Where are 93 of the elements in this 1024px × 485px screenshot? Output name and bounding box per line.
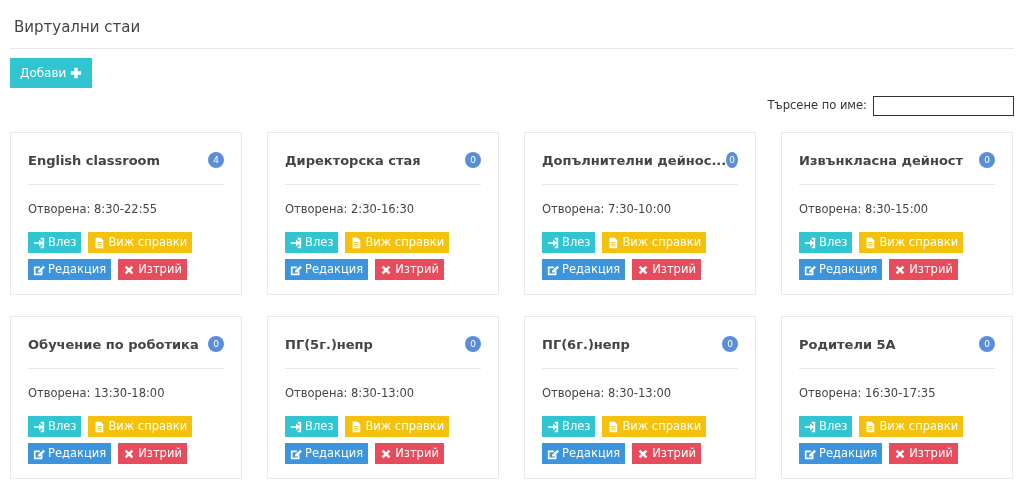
delete-button[interactable]: Изтрий (118, 443, 187, 465)
enter-button[interactable]: Влез (28, 416, 82, 438)
document-icon (93, 420, 106, 433)
room-title: Обучение по роботика (28, 335, 199, 354)
room-title: ПГ(6г.)непр (542, 335, 630, 354)
edit-icon (290, 263, 302, 276)
open-hours: Отворена: 16:30-17:35 (799, 385, 937, 402)
count-badge: 4 (208, 152, 224, 169)
sign-in-icon (547, 236, 559, 249)
edit-icon (804, 263, 816, 276)
edit-button[interactable]: Редакция (799, 443, 883, 465)
open-hours: Отворена: 8:30-13:00 (542, 385, 673, 402)
delete-button[interactable]: Изтрий (632, 259, 701, 281)
edit-icon (33, 263, 45, 276)
count-badge: 0 (465, 152, 481, 169)
enter-button[interactable]: Влез (799, 416, 853, 438)
search-field[interactable] (873, 95, 1014, 116)
sign-in-icon (33, 236, 45, 249)
close-icon (123, 447, 136, 460)
edit-icon (547, 447, 559, 460)
room-title: Родители 5А (799, 335, 896, 354)
delete-button[interactable]: Изтрий (375, 259, 444, 281)
sign-in-icon (290, 420, 302, 433)
close-icon (123, 263, 136, 276)
edit-button[interactable]: Редакция (28, 259, 112, 281)
room-title: English classroom (28, 151, 161, 170)
count-badge: 0 (979, 152, 995, 169)
close-icon (637, 263, 650, 276)
reports-button[interactable]: Виж справки (88, 416, 193, 438)
enter-button[interactable]: Влез (285, 416, 339, 438)
reports-button[interactable]: Виж справки (345, 416, 450, 438)
sign-in-icon (804, 236, 816, 249)
delete-button[interactable]: Изтрий (632, 443, 701, 465)
edit-icon (804, 447, 816, 460)
sign-in-icon (547, 420, 559, 433)
close-icon (894, 447, 907, 460)
enter-button[interactable]: Влез (28, 232, 82, 254)
room-title: ПГ(5г.)непр (285, 335, 373, 354)
reports-button[interactable]: Виж справки (602, 416, 707, 438)
open-hours: Отворена: 8:30-15:00 (799, 201, 930, 218)
delete-button[interactable]: Изтрий (118, 259, 187, 281)
sign-in-icon (804, 420, 816, 433)
add-button[interactable]: Добави (10, 57, 93, 88)
search-label: Търсене по име: (767, 96, 867, 114)
close-icon (380, 447, 393, 460)
open-hours: Отворена: 8:30-22:55 (28, 201, 159, 218)
document-icon (864, 420, 877, 433)
edit-icon (33, 447, 45, 460)
reports-button[interactable]: Виж справки (88, 232, 193, 254)
reports-button[interactable]: Виж справки (602, 232, 707, 254)
room-title: Директорска стая (285, 151, 421, 170)
count-badge: 0 (722, 336, 738, 353)
enter-button[interactable]: Влез (542, 416, 596, 438)
delete-button[interactable]: Изтрий (889, 443, 958, 465)
count-badge: 0 (465, 336, 481, 353)
document-icon (350, 236, 363, 249)
document-icon (607, 420, 620, 433)
room-title: Извънкласна дейност (799, 151, 964, 170)
edit-button[interactable]: Редакция (542, 259, 626, 281)
enter-button[interactable]: Влез (285, 232, 339, 254)
close-icon (380, 263, 393, 276)
reports-button[interactable]: Виж справки (345, 232, 450, 254)
room-title: Допълнителни дейнос... (542, 151, 727, 170)
delete-button[interactable]: Изтрий (889, 259, 958, 281)
edit-button[interactable]: Редакция (28, 443, 112, 465)
enter-button[interactable]: Влез (542, 232, 596, 254)
plus-icon (70, 66, 83, 79)
close-icon (637, 447, 650, 460)
open-hours: Отворена: 7:30-10:00 (542, 201, 673, 218)
document-icon (350, 420, 363, 433)
open-hours: Отворена: 13:30-18:00 (28, 385, 166, 402)
count-badge: 0 (208, 336, 224, 353)
reports-button[interactable]: Виж справки (859, 232, 964, 254)
edit-icon (290, 447, 302, 460)
delete-button[interactable]: Изтрий (375, 443, 444, 465)
count-badge: 0 (979, 336, 995, 353)
open-hours: Отворена: 2:30-16:30 (285, 201, 416, 218)
page-title: Виртуални стаи (10, 0, 1014, 49)
sign-in-icon (33, 420, 45, 433)
enter-button[interactable]: Влез (799, 232, 853, 254)
count-badge: 0 (726, 152, 738, 169)
reports-button[interactable]: Виж справки (859, 416, 964, 438)
document-icon (93, 236, 106, 249)
sign-in-icon (290, 236, 302, 249)
edit-button[interactable]: Редакция (285, 259, 369, 281)
document-icon (864, 236, 877, 249)
edit-button[interactable]: Редакция (285, 443, 369, 465)
edit-icon (547, 263, 559, 276)
edit-button[interactable]: Редакция (542, 443, 626, 465)
open-hours: Отворена: 8:30-13:00 (285, 385, 416, 402)
edit-button[interactable]: Редакция (799, 259, 883, 281)
document-icon (607, 236, 620, 249)
close-icon (894, 263, 907, 276)
